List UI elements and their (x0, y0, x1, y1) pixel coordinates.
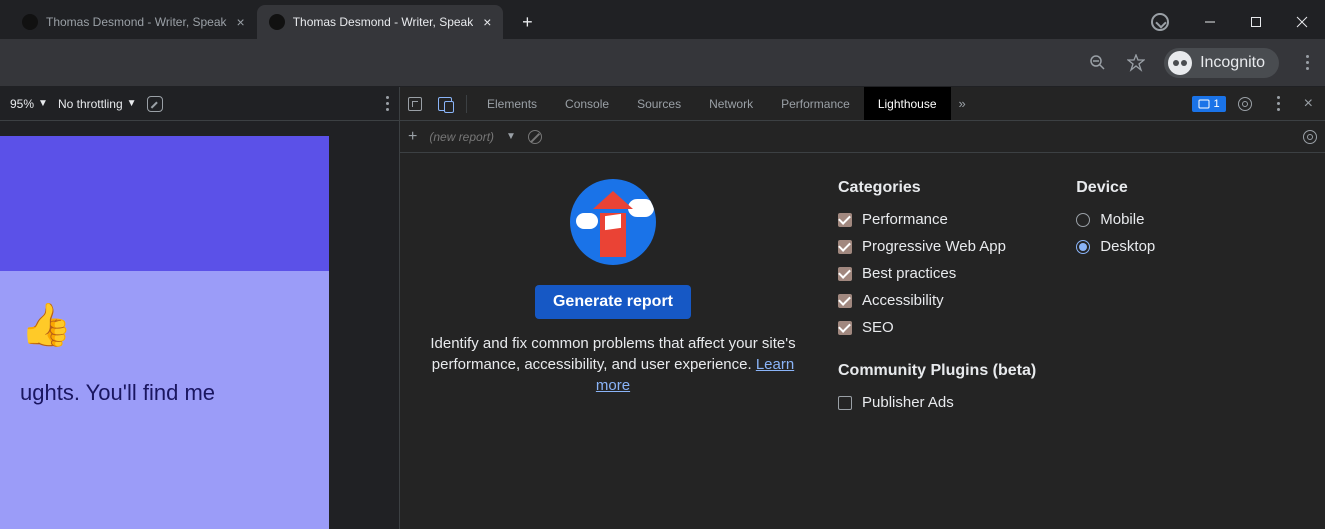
chevron-down-icon[interactable]: ▼ (506, 131, 516, 142)
favicon (22, 14, 38, 30)
zoom-icon[interactable] (1088, 53, 1108, 73)
browser-tab-1[interactable]: Thomas Desmond - Writer, Speak × (257, 5, 504, 39)
checkbox-icon (838, 321, 852, 335)
more-tabs-icon[interactable]: » (951, 96, 974, 111)
category-performance[interactable]: Performance (838, 211, 1036, 228)
settings-icon[interactable] (1230, 89, 1260, 119)
page-preview[interactable]: omb vents 👍 ughts. You'll find me (0, 121, 399, 529)
inspect-icon[interactable] (400, 89, 430, 119)
browser-toolbar: Incognito (0, 39, 1325, 87)
incognito-label: Incognito (1200, 54, 1265, 72)
rotate-icon[interactable] (147, 96, 163, 112)
lighthouse-toolbar: + (new report) ▼ (400, 121, 1325, 153)
thumbs-up-icon: 👍 (20, 301, 309, 350)
tab-elements[interactable]: Elements (473, 87, 551, 120)
close-window-button[interactable] (1279, 5, 1325, 39)
device-heading: Device (1076, 179, 1155, 197)
browser-menu-button[interactable] (1297, 53, 1317, 73)
throttling-select[interactable]: No throttling▼ (58, 97, 137, 111)
close-icon[interactable]: × (483, 15, 491, 29)
tab-title: Thomas Desmond - Writer, Speak (46, 15, 227, 29)
favicon (269, 14, 285, 30)
browser-titlebar: Thomas Desmond - Writer, Speak × Thomas … (0, 0, 1325, 39)
close-icon[interactable]: × (237, 15, 245, 29)
viewport-pane: 95%▼ No throttling▼ omb vents 👍 ughts. Y… (0, 87, 399, 529)
zoom-select[interactable]: 95%▼ (10, 97, 48, 111)
report-select[interactable]: (new report) (429, 130, 494, 144)
tab-title: Thomas Desmond - Writer, Speak (293, 15, 474, 29)
page-heading: omb (0, 156, 309, 195)
new-report-icon[interactable]: + (408, 128, 417, 146)
device-desktop[interactable]: Desktop (1076, 238, 1155, 255)
lighthouse-panel: Generate report Identify and fix common … (400, 153, 1325, 529)
page-subheading: vents (0, 219, 309, 245)
devtools-tabbar: Elements Console Sources Network Perform… (400, 87, 1325, 121)
tab-network[interactable]: Network (695, 87, 767, 120)
plugin-publisher-ads[interactable]: Publisher Ads (838, 394, 1036, 411)
category-best-practices[interactable]: Best practices (838, 265, 1036, 282)
checkbox-icon (838, 267, 852, 281)
tab-performance[interactable]: Performance (767, 87, 864, 120)
categories-heading: Categories (838, 179, 1036, 197)
incognito-badge[interactable]: Incognito (1164, 48, 1279, 78)
checkbox-icon (838, 396, 852, 410)
maximize-button[interactable] (1233, 5, 1279, 39)
checkbox-icon (838, 213, 852, 227)
radio-icon (1076, 213, 1090, 227)
device-toolbar-menu[interactable] (386, 96, 389, 111)
category-seo[interactable]: SEO (838, 319, 1036, 336)
tab-sources[interactable]: Sources (623, 87, 695, 120)
clear-icon[interactable] (528, 130, 542, 144)
generate-report-button[interactable]: Generate report (535, 285, 691, 319)
checkbox-icon (838, 240, 852, 254)
bookmark-icon[interactable] (1126, 53, 1146, 73)
category-accessibility[interactable]: Accessibility (838, 292, 1036, 309)
device-mobile[interactable]: Mobile (1076, 211, 1155, 228)
plugins-heading: Community Plugins (beta) (838, 362, 1036, 380)
radio-icon (1076, 240, 1090, 254)
minimize-button[interactable] (1187, 5, 1233, 39)
devtools-pane: Elements Console Sources Network Perform… (399, 87, 1325, 529)
device-toggle-icon[interactable] (430, 89, 460, 119)
close-devtools-icon[interactable]: × (1298, 95, 1319, 113)
page-body-text: ughts. You'll find me (20, 380, 309, 406)
incognito-icon (1168, 51, 1192, 75)
category-pwa[interactable]: Progressive Web App (838, 238, 1036, 255)
tab-console[interactable]: Console (551, 87, 623, 120)
lighthouse-description: Identify and fix common problems that af… (428, 333, 798, 396)
tab-lighthouse[interactable]: Lighthouse (864, 87, 951, 120)
browser-tab-0[interactable]: Thomas Desmond - Writer, Speak × (10, 5, 257, 39)
devtools-menu-icon[interactable] (1264, 89, 1294, 119)
checkbox-icon (838, 294, 852, 308)
lighthouse-logo (570, 179, 656, 265)
issues-badge[interactable]: 1 (1192, 96, 1226, 112)
profile-icon[interactable] (1151, 13, 1169, 31)
device-toolbar: 95%▼ No throttling▼ (0, 87, 399, 121)
lighthouse-settings-icon[interactable] (1303, 130, 1317, 144)
new-tab-button[interactable]: + (513, 8, 541, 36)
